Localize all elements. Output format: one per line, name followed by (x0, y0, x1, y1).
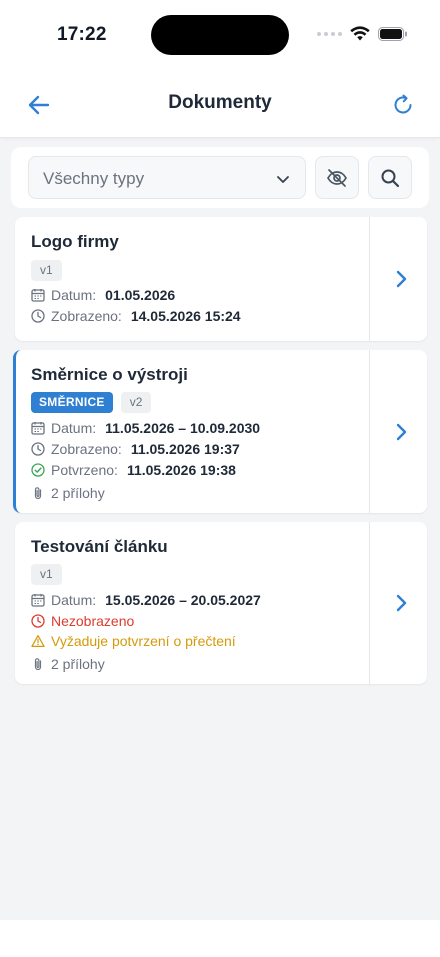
check-circle-icon (31, 463, 45, 477)
clock-icon (31, 614, 45, 628)
document-badges: v1 (31, 564, 62, 585)
battery-icon (378, 26, 407, 41)
viewed-value: 11.05.2026 19:37 (130, 441, 240, 457)
confirmed-row: Potvrzeno: 11.05.2026 19:38 (31, 462, 236, 478)
version-badge: v1 (31, 564, 62, 585)
document-title: Logo firmy (31, 232, 119, 251)
clock-icon (31, 442, 45, 456)
confirmed-label: Potvrzeno: (51, 462, 118, 478)
status-time: 17:22 (57, 24, 107, 45)
date-value: 01.05.2026 (105, 287, 176, 303)
confirmation-required-row: Vyžaduje potvrzení o přečtení (31, 633, 236, 649)
eye-off-icon (327, 168, 347, 187)
version-badge: v1 (31, 260, 62, 281)
toggle-hidden-button[interactable] (315, 156, 359, 199)
viewed-label: Zobrazeno: (51, 308, 122, 324)
search-icon (381, 169, 400, 187)
document-title: Testování článku (31, 537, 168, 556)
category-badge: SMĚRNICE (31, 392, 113, 413)
chevron-down-icon (277, 176, 289, 183)
version-badge: v2 (120, 392, 152, 413)
document-badges: SMĚRNICE v2 (31, 392, 152, 413)
attachments-row: 2 přílohy (31, 485, 105, 501)
attachments-count: 2 přílohy (51, 485, 105, 501)
chevron-right-icon[interactable] (395, 423, 407, 441)
document-card[interactable]: Testování článku v1 Datum: 15.05.2026 – 2… (15, 522, 427, 684)
calendar-icon (31, 422, 45, 435)
calendar-icon (31, 594, 45, 607)
attachments-row: 2 přílohy (31, 656, 105, 672)
date-label: Datum: (51, 420, 97, 436)
search-button[interactable] (368, 156, 412, 199)
paperclip-icon (34, 658, 42, 671)
date-label: Datum: (51, 287, 97, 303)
date-value: 15.05.2026 – 20.05.2027 (105, 592, 261, 608)
card-divider (369, 350, 370, 513)
refresh-button[interactable] (386, 88, 420, 122)
page-title: Dokumenty (168, 92, 272, 113)
refresh-icon (394, 94, 412, 114)
date-row: Datum: 15.05.2026 – 20.05.2027 (31, 592, 261, 608)
status-bar: 17:22 (0, 0, 440, 72)
document-card[interactable]: Logo firmy v1 Datum: 01.05.2026 Zobrazeno… (15, 217, 427, 341)
not-viewed-row: Nezobrazeno (31, 613, 134, 629)
document-badges: v1 (31, 260, 62, 281)
chevron-right-icon[interactable] (395, 594, 407, 612)
document-type-select-value: Všechny typy (43, 169, 145, 188)
card-divider (369, 522, 370, 684)
document-card[interactable]: Směrnice o výstroji SMĚRNICE v2 Datum: 11… (13, 350, 427, 513)
calendar-icon (31, 289, 45, 302)
filter-bar: Všechny typy (11, 147, 429, 208)
wifi-icon (350, 26, 370, 41)
viewed-value: 14.05.2026 15:24 (130, 308, 241, 324)
paperclip-icon (34, 487, 42, 500)
document-title: Směrnice o výstroji (31, 365, 188, 384)
date-value: 11.05.2026 – 10.09.2030 (105, 420, 261, 436)
signal-icon (317, 31, 342, 36)
chevron-right-icon[interactable] (395, 270, 407, 288)
warning-icon (31, 634, 45, 648)
card-divider (369, 217, 370, 341)
dynamic-island (151, 15, 289, 55)
status-icons (317, 26, 408, 41)
clock-icon (31, 309, 45, 323)
date-row: Datum: 11.05.2026 – 10.09.2030 (31, 420, 260, 436)
screen: 17:22 Dokumenty Všechny typy Logo firmy … (0, 0, 440, 920)
document-type-select[interactable]: Všechny typy (28, 156, 306, 199)
app-header: Dokumenty (0, 72, 440, 138)
confirmation-required-status: Vyžaduje potvrzení o přečtení (51, 633, 236, 649)
date-label: Datum: (51, 592, 97, 608)
viewed-label: Zobrazeno: (51, 441, 122, 457)
confirmed-value: 11.05.2026 19:38 (126, 462, 236, 478)
not-viewed-status: Nezobrazeno (51, 613, 135, 629)
attachments-count: 2 přílohy (51, 656, 105, 672)
date-row: Datum: 01.05.2026 (31, 287, 175, 303)
viewed-row: Zobrazeno: 11.05.2026 19:37 (31, 441, 240, 457)
viewed-row: Zobrazeno: 14.05.2026 15:24 (31, 308, 241, 324)
